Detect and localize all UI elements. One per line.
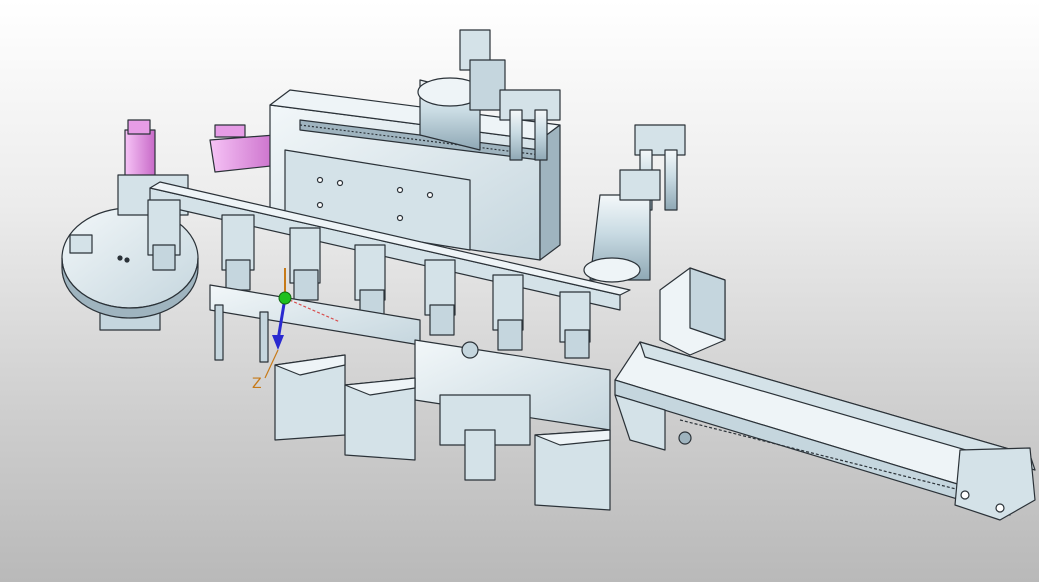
gripper-7 (559, 291, 591, 359)
gripper-3 (289, 227, 321, 301)
control-box (659, 267, 726, 356)
gripper-2 (221, 214, 255, 291)
gripper-4 (354, 244, 386, 321)
assembly-model[interactable] (0, 0, 1039, 582)
z-axis-label: Z (252, 376, 262, 392)
gripper-6 (492, 274, 524, 351)
cad-viewport[interactable]: Z (0, 0, 1039, 582)
bin-3 (534, 429, 611, 511)
bin-1 (274, 354, 346, 441)
gripper-5 (424, 259, 456, 336)
bin-2 (344, 377, 416, 461)
right-cylinder (583, 124, 686, 283)
gripper-1 (147, 199, 181, 271)
output-conveyor (614, 341, 1036, 521)
